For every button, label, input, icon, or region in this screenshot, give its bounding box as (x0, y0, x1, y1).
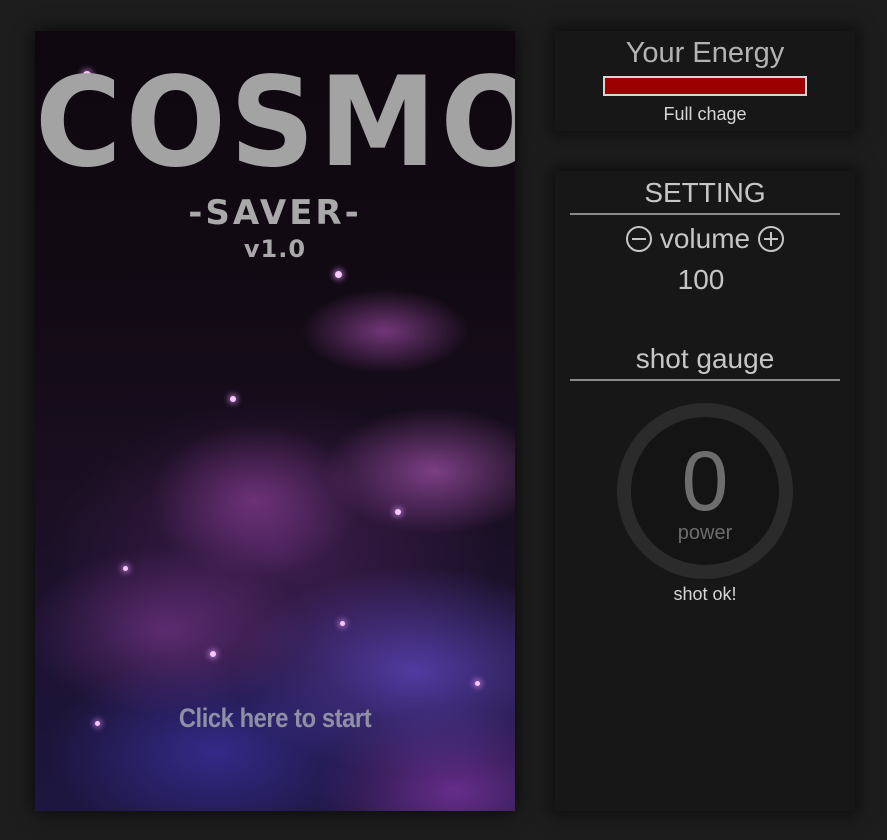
game-logo-subtitle: -SAVER- (188, 193, 362, 233)
star (340, 621, 345, 626)
app-root: COSMO -SAVER- v1.0 Click here to start Y… (0, 0, 887, 840)
setting-panel: SETTING volume 100 shot gauge 0 power sh… (555, 171, 855, 811)
star (210, 651, 216, 657)
star (123, 566, 128, 571)
game-canvas[interactable]: COSMO -SAVER- v1.0 Click here to start (35, 31, 515, 811)
star (475, 681, 480, 686)
volume-control: volume (555, 223, 855, 255)
shot-status: shot ok! (673, 584, 737, 604)
shot-gauge-value: 0 (681, 434, 729, 528)
start-button[interactable]: Click here to start (64, 703, 486, 734)
star (395, 509, 401, 515)
energy-bar-fill (605, 78, 805, 94)
star (230, 396, 236, 402)
shot-gauge-title: shot gauge (570, 343, 840, 381)
energy-panel: Your Energy Full chage (555, 31, 855, 131)
plus-circle-icon[interactable] (758, 226, 785, 252)
energy-status: Full chage (663, 104, 747, 124)
energy-title: Your Energy (625, 37, 785, 69)
volume-value: 100 (677, 264, 725, 295)
star (335, 271, 342, 278)
minus-circle-icon[interactable] (625, 226, 652, 252)
setting-title: SETTING (570, 177, 840, 215)
shot-gauge: 0 power (617, 403, 793, 579)
game-logo-title: COSMO (35, 49, 515, 195)
game-version: v1.0 (243, 235, 307, 263)
energy-bar (603, 76, 807, 96)
volume-label: volume (659, 223, 751, 254)
shot-gauge-unit: power (677, 522, 733, 544)
